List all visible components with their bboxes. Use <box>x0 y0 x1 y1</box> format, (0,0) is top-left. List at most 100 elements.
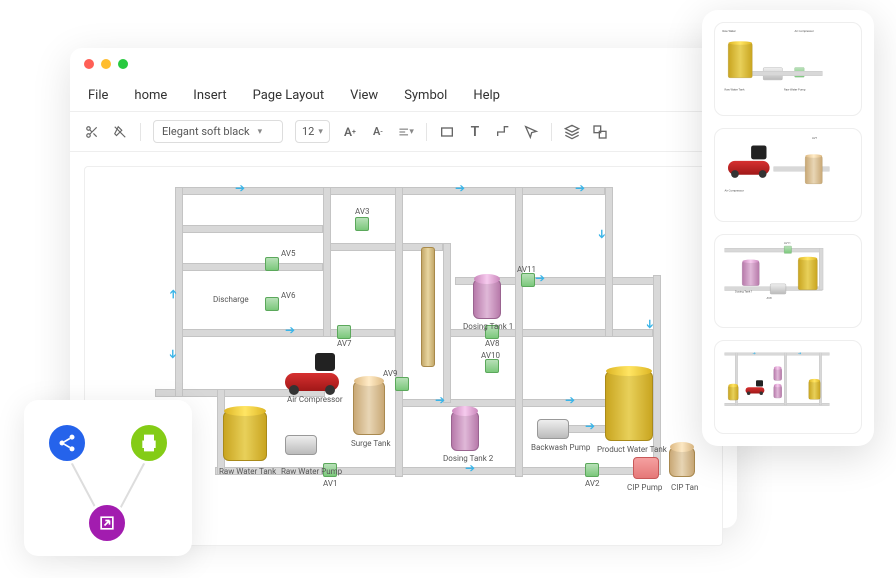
pipe <box>605 187 613 337</box>
label-dosing-1: Dosing Tank 1 <box>463 322 513 331</box>
thumb-label: Raw Water Tank <box>725 88 745 91</box>
connector-line <box>118 458 148 512</box>
window-close-dot[interactable] <box>84 59 94 69</box>
thumb-label: Air Compressor <box>725 189 744 192</box>
share-button[interactable] <box>46 422 88 464</box>
label-av1: AV1 <box>323 479 337 488</box>
raw-water-pump[interactable] <box>285 435 317 455</box>
valve-av7[interactable] <box>337 325 351 339</box>
valve-av10[interactable] <box>485 359 499 373</box>
flow-arrow-icon: ➔ <box>595 229 609 239</box>
label-discharge: Discharge <box>213 295 249 304</box>
pipe <box>443 243 451 403</box>
flow-arrow-icon: ➔ <box>435 393 445 407</box>
increase-font-icon[interactable]: A+ <box>342 124 358 140</box>
air-compressor[interactable] <box>285 353 339 391</box>
flow-arrow-icon: ➔ <box>575 181 585 195</box>
thumb-label: Raw Water <box>722 30 735 33</box>
raw-water-tank[interactable] <box>223 411 267 461</box>
menu-help[interactable]: Help <box>473 88 500 103</box>
template-thumb-3[interactable]: AV11 Dosing Tank 1 AV8 <box>714 234 862 328</box>
template-thumb-1[interactable]: Raw Water Air Compressor Raw Water Tank … <box>714 22 862 116</box>
menu-page-layout[interactable]: Page Layout <box>253 88 325 103</box>
label-av7: AV7 <box>337 339 351 348</box>
layers-icon[interactable] <box>564 124 580 140</box>
rectangle-tool-icon[interactable] <box>439 124 455 140</box>
flow-arrow-icon: ➔ <box>166 349 180 359</box>
filter-column[interactable] <box>421 247 435 367</box>
window-minimize-dot[interactable] <box>101 59 111 69</box>
thumb-label: Dosing Tank 1 <box>735 290 753 293</box>
connector-tool-icon[interactable] <box>495 124 511 140</box>
pointer-tool-icon[interactable] <box>523 124 539 140</box>
thumb-label: Raw Water Pump <box>784 88 805 91</box>
menu-insert[interactable]: Insert <box>193 88 226 103</box>
product-water-tank[interactable] <box>605 371 653 441</box>
template-gallery: Raw Water Air Compressor Raw Water Tank … <box>702 10 874 446</box>
font-size-selector[interactable]: 12▾ <box>295 120 330 143</box>
valve-av2[interactable] <box>585 463 599 477</box>
valve-av11[interactable] <box>521 273 535 287</box>
thumb-label: AV7 <box>812 136 817 139</box>
template-thumb-4[interactable]: ➔ ➔ <box>714 340 862 434</box>
valve-av3[interactable] <box>355 217 369 231</box>
label-cip-tank: CIP Tan <box>671 483 698 492</box>
flow-arrow-icon: ➔ <box>166 289 180 299</box>
dosing-tank-1[interactable] <box>473 279 501 319</box>
label-raw-water-tank: Raw Water Tank <box>219 467 276 476</box>
cip-tank[interactable] <box>669 447 695 477</box>
toolbar-divider <box>140 123 141 141</box>
pipe <box>323 187 331 337</box>
label-av6: AV6 <box>281 291 295 300</box>
chevron-down-icon: ▾ <box>258 127 263 137</box>
cut-icon[interactable] <box>84 124 100 140</box>
valve-av5[interactable] <box>265 257 279 271</box>
pipe <box>515 187 523 477</box>
print-button[interactable] <box>128 422 170 464</box>
share-card <box>24 400 192 556</box>
window-maximize-dot[interactable] <box>118 59 128 69</box>
pipe <box>395 399 625 407</box>
open-button[interactable] <box>86 502 128 544</box>
menu-home[interactable]: home <box>134 88 167 103</box>
toolbar-divider <box>551 123 552 141</box>
menu-view[interactable]: View <box>350 88 378 103</box>
label-av9: AV9 <box>383 369 397 378</box>
label-av11: AV11 <box>517 265 536 274</box>
text-tool-icon[interactable]: T <box>467 124 483 140</box>
label-product-tank: Product Water Tank <box>597 445 667 454</box>
flow-arrow-icon: ➔ <box>465 461 475 475</box>
group-icon[interactable] <box>592 124 608 140</box>
flow-arrow-icon: ➔ <box>585 419 595 433</box>
print-icon <box>139 433 159 453</box>
thumb-label: Air Compressor <box>795 30 814 33</box>
dosing-tank-2[interactable] <box>451 411 479 451</box>
backwash-pump[interactable] <box>537 419 569 439</box>
font-size: 12 <box>302 125 314 138</box>
menubar: File home Insert Page Layout View Symbol… <box>70 80 737 111</box>
menu-symbol[interactable]: Symbol <box>404 88 447 103</box>
valve-av9[interactable] <box>395 377 409 391</box>
label-backwash: Backwash Pump <box>531 443 590 452</box>
label-av2: AV2 <box>585 479 599 488</box>
toolbar-divider <box>426 123 427 141</box>
menu-file[interactable]: File <box>88 88 108 103</box>
pipe <box>175 225 323 233</box>
flow-arrow-icon: ➔ <box>643 319 657 329</box>
font-name: Elegant soft black <box>162 125 250 138</box>
format-painter-icon[interactable] <box>112 124 128 140</box>
valve-av6[interactable] <box>265 297 279 311</box>
label-cip-pump: CIP Pump <box>627 483 662 492</box>
align-icon[interactable]: ▾ <box>398 124 414 140</box>
label-av8: AV8 <box>485 339 499 348</box>
label-raw-water-pump: Raw Water Pump <box>281 467 342 476</box>
font-selector[interactable]: Elegant soft black ▾ <box>153 120 283 143</box>
open-external-icon <box>97 513 117 533</box>
decrease-font-icon[interactable]: A- <box>370 124 386 140</box>
template-thumb-2[interactable]: AV7 Air Compressor <box>714 128 862 222</box>
cip-pump[interactable] <box>633 457 659 479</box>
connector-line <box>68 458 98 512</box>
chevron-down-icon: ▾ <box>409 127 414 137</box>
pipe <box>175 263 323 271</box>
surge-tank[interactable] <box>353 381 385 435</box>
